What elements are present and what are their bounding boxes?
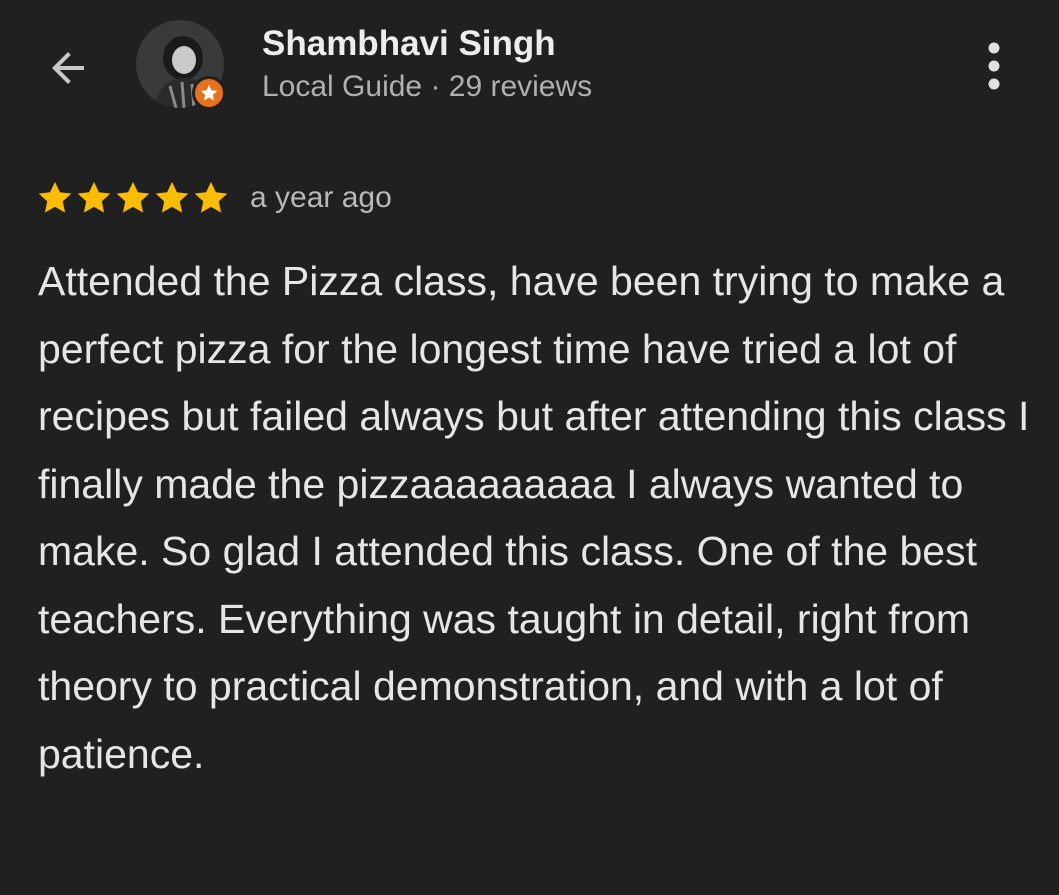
review-date: a year ago [250,181,392,214]
star-badge-icon [200,84,218,101]
more-options-button[interactable] [968,38,1020,94]
avatar[interactable] [136,20,228,110]
rating-row: a year ago [36,176,392,220]
star-icon [77,181,111,213]
review-text: Attended the Pizza class, have been tryi… [38,258,1030,777]
reviewer-meta: Local Guide · 29 reviews [262,70,593,103]
reviewer-name[interactable]: Shambhavi Singh [262,24,556,64]
star-icon [155,181,189,213]
star-icon [116,181,150,213]
back-button[interactable] [40,40,96,96]
star-icon [38,181,72,213]
more-vert-icon [988,42,1000,90]
arrow-left-icon [52,52,84,84]
star-rating [36,179,230,217]
local-guide-badge [192,76,226,110]
star-icon [194,181,228,213]
